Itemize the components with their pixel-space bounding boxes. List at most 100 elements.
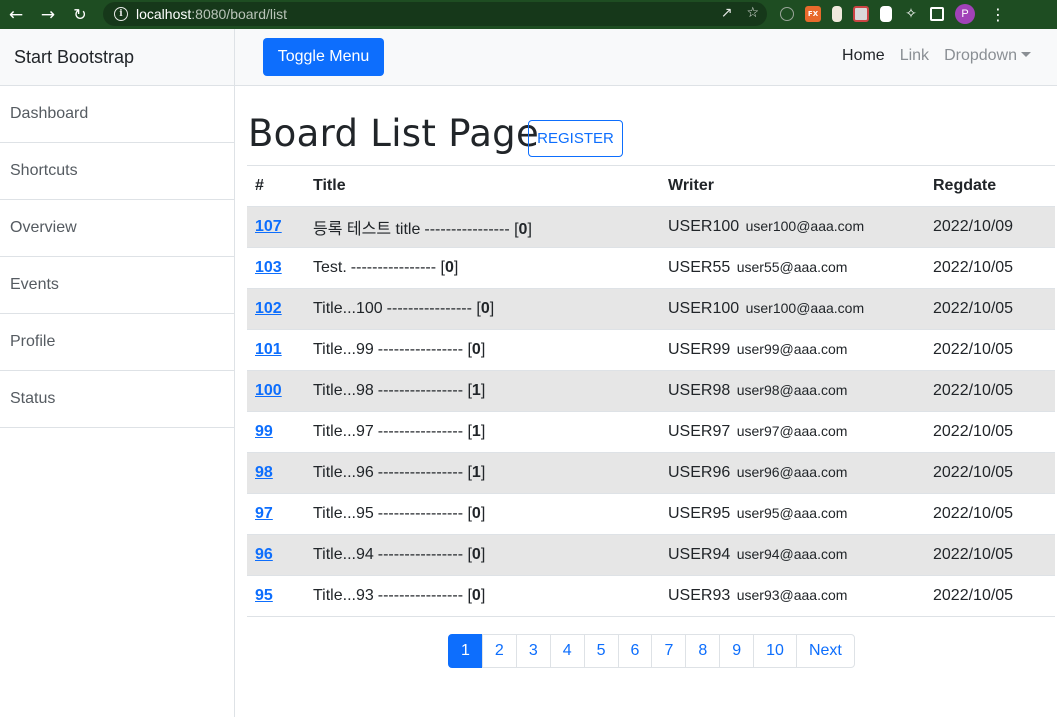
sidebar: Start Bootstrap Dashboard Shortcuts Over… — [0, 29, 235, 717]
title-separator: ---------------- — [424, 221, 510, 238]
writer-email: user97@aaa.com — [736, 423, 848, 439]
post-title[interactable]: Title...95 — [313, 505, 374, 522]
reply-count: 0 — [444, 259, 454, 276]
writer-email: user100@aaa.com — [745, 300, 865, 316]
caret-down-icon — [1021, 52, 1031, 57]
page-next-link[interactable]: Next — [795, 634, 855, 668]
page-link-8[interactable]: 8 — [685, 634, 721, 668]
row-title-cell: Title...96 ---------------- [1] — [305, 452, 660, 494]
row-title-cell: Title...98 ---------------- [1] — [305, 370, 660, 412]
page-link-3[interactable]: 3 — [515, 634, 551, 668]
post-title[interactable]: Title...100 — [313, 300, 383, 317]
extension-window-icon[interactable] — [853, 6, 869, 22]
page-link-4[interactable]: 4 — [549, 634, 585, 668]
toggle-menu-button[interactable]: Toggle Menu — [263, 38, 384, 76]
post-title[interactable]: Title...93 — [313, 587, 374, 604]
nav-dropdown-toggle[interactable]: Dropdown — [944, 47, 1031, 65]
writer-name: USER94 — [668, 546, 731, 563]
row-regdate-cell: 2022/10/05 — [925, 288, 1055, 330]
reload-icon[interactable]: ↻ — [68, 3, 92, 27]
browser-toolbar: ← → ↻ i localhost:8080/board/list ↗ ☆ FX… — [0, 0, 1057, 29]
post-number-link[interactable]: 107 — [255, 218, 282, 235]
writer-email: user100@aaa.com — [745, 218, 865, 234]
page-link-5[interactable]: 5 — [583, 634, 619, 668]
url-text[interactable]: localhost:8080/board/list — [136, 6, 287, 22]
sidebar-item-profile[interactable]: Profile — [0, 314, 234, 371]
register-button[interactable]: REGISTER — [528, 120, 623, 157]
page-link-6[interactable]: 6 — [617, 634, 653, 668]
writer-name: USER96 — [668, 464, 731, 481]
sidebar-item-overview[interactable]: Overview — [0, 200, 234, 257]
row-number-cell: 98 — [247, 452, 305, 494]
post-number-link[interactable]: 97 — [255, 505, 273, 522]
row-writer-cell: USER98 user98@aaa.com — [660, 370, 925, 412]
page-link-9[interactable]: 9 — [719, 634, 755, 668]
post-title[interactable]: Title...96 — [313, 464, 374, 481]
title-separator: ---------------- — [350, 259, 437, 276]
post-title[interactable]: Title...97 — [313, 423, 374, 440]
row-regdate-cell: 2022/10/05 — [925, 411, 1055, 453]
writer-name: USER100 — [668, 218, 740, 235]
table-row: 100 Title...98 ---------------- [1] USER98 … — [247, 370, 1055, 412]
row-writer-cell: USER94 user94@aaa.com — [660, 534, 925, 576]
extension-icon[interactable] — [780, 7, 794, 21]
post-title[interactable]: Title...99 — [313, 341, 374, 358]
row-title-cell: Title...97 ---------------- [1] — [305, 411, 660, 453]
back-arrow-icon[interactable]: ← — [4, 3, 28, 27]
browser-menu-icon[interactable]: ⋮ — [990, 5, 1006, 24]
post-number-link[interactable]: 96 — [255, 546, 273, 563]
bookmark-star-icon[interactable]: ☆ — [746, 5, 759, 21]
table-row: 99 Title...97 ---------------- [1] USER97 u… — [247, 411, 1055, 453]
row-writer-cell: USER55 user55@aaa.com — [660, 247, 925, 289]
nav-link-link[interactable]: Link — [900, 47, 929, 65]
share-icon[interactable]: ↗ — [721, 5, 733, 21]
sidebar-item-events[interactable]: Events — [0, 257, 234, 314]
post-number-link[interactable]: 101 — [255, 341, 282, 358]
post-title[interactable]: Title...94 — [313, 546, 374, 563]
post-number-link[interactable]: 102 — [255, 300, 282, 317]
sidebar-item-status[interactable]: Status — [0, 371, 234, 428]
forward-arrow-icon[interactable]: → — [36, 3, 60, 27]
post-number-link[interactable]: 100 — [255, 382, 282, 399]
side-panel-icon[interactable] — [930, 7, 944, 21]
extension-green-icon[interactable] — [880, 6, 892, 22]
post-title[interactable]: Title...98 — [313, 382, 374, 399]
extension-fx-icon[interactable]: FX — [805, 6, 821, 22]
sidebar-item-shortcuts[interactable]: Shortcuts — [0, 143, 234, 200]
post-number-link[interactable]: 98 — [255, 464, 273, 481]
address-bar[interactable]: i localhost:8080/board/list ↗ ☆ — [103, 2, 767, 26]
row-number-cell: 102 — [247, 288, 305, 330]
nav-link-dropdown[interactable]: Dropdown — [944, 47, 1017, 64]
row-number-cell: 96 — [247, 534, 305, 576]
sidebar-item-dashboard[interactable]: Dashboard — [0, 86, 234, 143]
reply-count: 0 — [471, 587, 481, 604]
extensions-puzzle-icon[interactable]: ✧ — [903, 6, 919, 22]
page-link-2[interactable]: 2 — [481, 634, 517, 668]
title-separator: ---------------- — [377, 546, 464, 563]
top-navbar: Toggle Menu Home Link Dropdown — [235, 29, 1057, 86]
reply-count: 0 — [480, 300, 490, 317]
row-number-cell: 107 — [247, 206, 305, 248]
row-title-cell: Test. ---------------- [0] — [305, 247, 660, 289]
post-title[interactable]: Test. — [313, 259, 347, 276]
table-row: 101 Title...99 ---------------- [0] USER99 … — [247, 329, 1055, 371]
row-number-cell: 101 — [247, 329, 305, 371]
header-title: Title — [305, 165, 660, 207]
title-separator: ---------------- — [377, 423, 464, 440]
post-number-link[interactable]: 99 — [255, 423, 273, 440]
post-number-link[interactable]: 103 — [255, 259, 282, 276]
page-link-1[interactable]: 1 — [448, 634, 483, 668]
page-link-10[interactable]: 10 — [753, 634, 797, 668]
site-info-icon[interactable]: i — [114, 7, 128, 21]
writer-email: user99@aaa.com — [736, 341, 848, 357]
post-number-link[interactable]: 95 — [255, 587, 273, 604]
writer-name: USER98 — [668, 382, 731, 399]
nav-link-home[interactable]: Home — [842, 47, 885, 65]
title-separator: ---------------- — [386, 300, 472, 317]
extension-bottle-icon[interactable] — [832, 6, 842, 22]
row-writer-cell: USER100 user100@aaa.com — [660, 288, 925, 330]
page-link-7[interactable]: 7 — [651, 634, 687, 668]
profile-avatar[interactable]: P — [955, 4, 975, 24]
board-table: # Title Writer Regdate 107 등록 테스트 title --… — [247, 165, 1055, 617]
post-title[interactable]: 등록 테스트 title — [313, 221, 420, 238]
